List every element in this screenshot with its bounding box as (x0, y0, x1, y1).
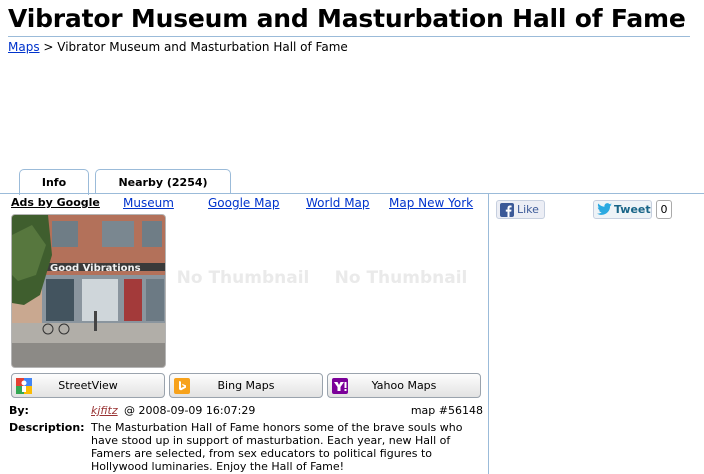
ad-link-world-map[interactable]: World Map (306, 196, 370, 210)
no-thumbnail-placeholder: No Thumbnail (334, 268, 468, 288)
tab-nearby[interactable]: Nearby (2254) (95, 169, 231, 194)
tweet-label: Tweet (614, 203, 651, 216)
breadcrumb: Maps > Vibrator Museum and Masturbation … (8, 40, 348, 54)
breadcrumb-maps-link[interactable]: Maps (8, 40, 40, 54)
breadcrumb-separator: > (39, 40, 58, 54)
street-photo: Good Vibrations (12, 215, 165, 367)
ad-link-museum[interactable]: Museum (123, 196, 174, 210)
store-sign: Good Vibrations (50, 263, 141, 274)
description-label: Description: (9, 421, 85, 434)
author-link[interactable]: kjfitz (91, 404, 118, 417)
twitter-bird-icon (597, 203, 612, 215)
tweet-count: 0 (656, 200, 672, 219)
streetview-button[interactable]: StreetView (11, 373, 165, 398)
by-label: By: (9, 404, 29, 417)
like-label: Like (517, 203, 539, 216)
location-thumbnail[interactable]: Good Vibrations (11, 214, 166, 368)
tweet-button[interactable]: Tweet (593, 200, 652, 219)
breadcrumb-current: Vibrator Museum and Masturbation Hall of… (57, 40, 348, 54)
ad-link-google-map[interactable]: Google Map (208, 196, 279, 210)
yahoo-maps-button[interactable]: Yahoo Maps (327, 373, 481, 398)
posted-timestamp: @ 2008-09-09 16:07:29 (124, 404, 256, 417)
description-text: The Masturbation Hall of Fame honors som… (91, 421, 463, 473)
bing-maps-button[interactable]: Bing Maps (169, 373, 323, 398)
no-thumbnail-placeholder: No Thumbnail (176, 268, 310, 288)
page-title: Vibrator Museum and Masturbation Hall of… (8, 4, 686, 33)
facebook-icon (500, 202, 514, 217)
map-number: map #56148 (410, 404, 483, 417)
yahoo-maps-label: Yahoo Maps (371, 379, 437, 392)
ad-link-map-new-york[interactable]: Map New York (389, 196, 473, 210)
bing-maps-label: Bing Maps (217, 379, 275, 392)
tab-info[interactable]: Info (19, 169, 89, 195)
ads-by-google-label[interactable]: Ads by Google (11, 196, 100, 209)
streetview-label: StreetView (58, 379, 118, 392)
facebook-like-button[interactable]: Like (496, 200, 545, 219)
column-divider (488, 193, 489, 474)
tab-bar-divider (0, 193, 704, 194)
title-divider (8, 36, 690, 37)
